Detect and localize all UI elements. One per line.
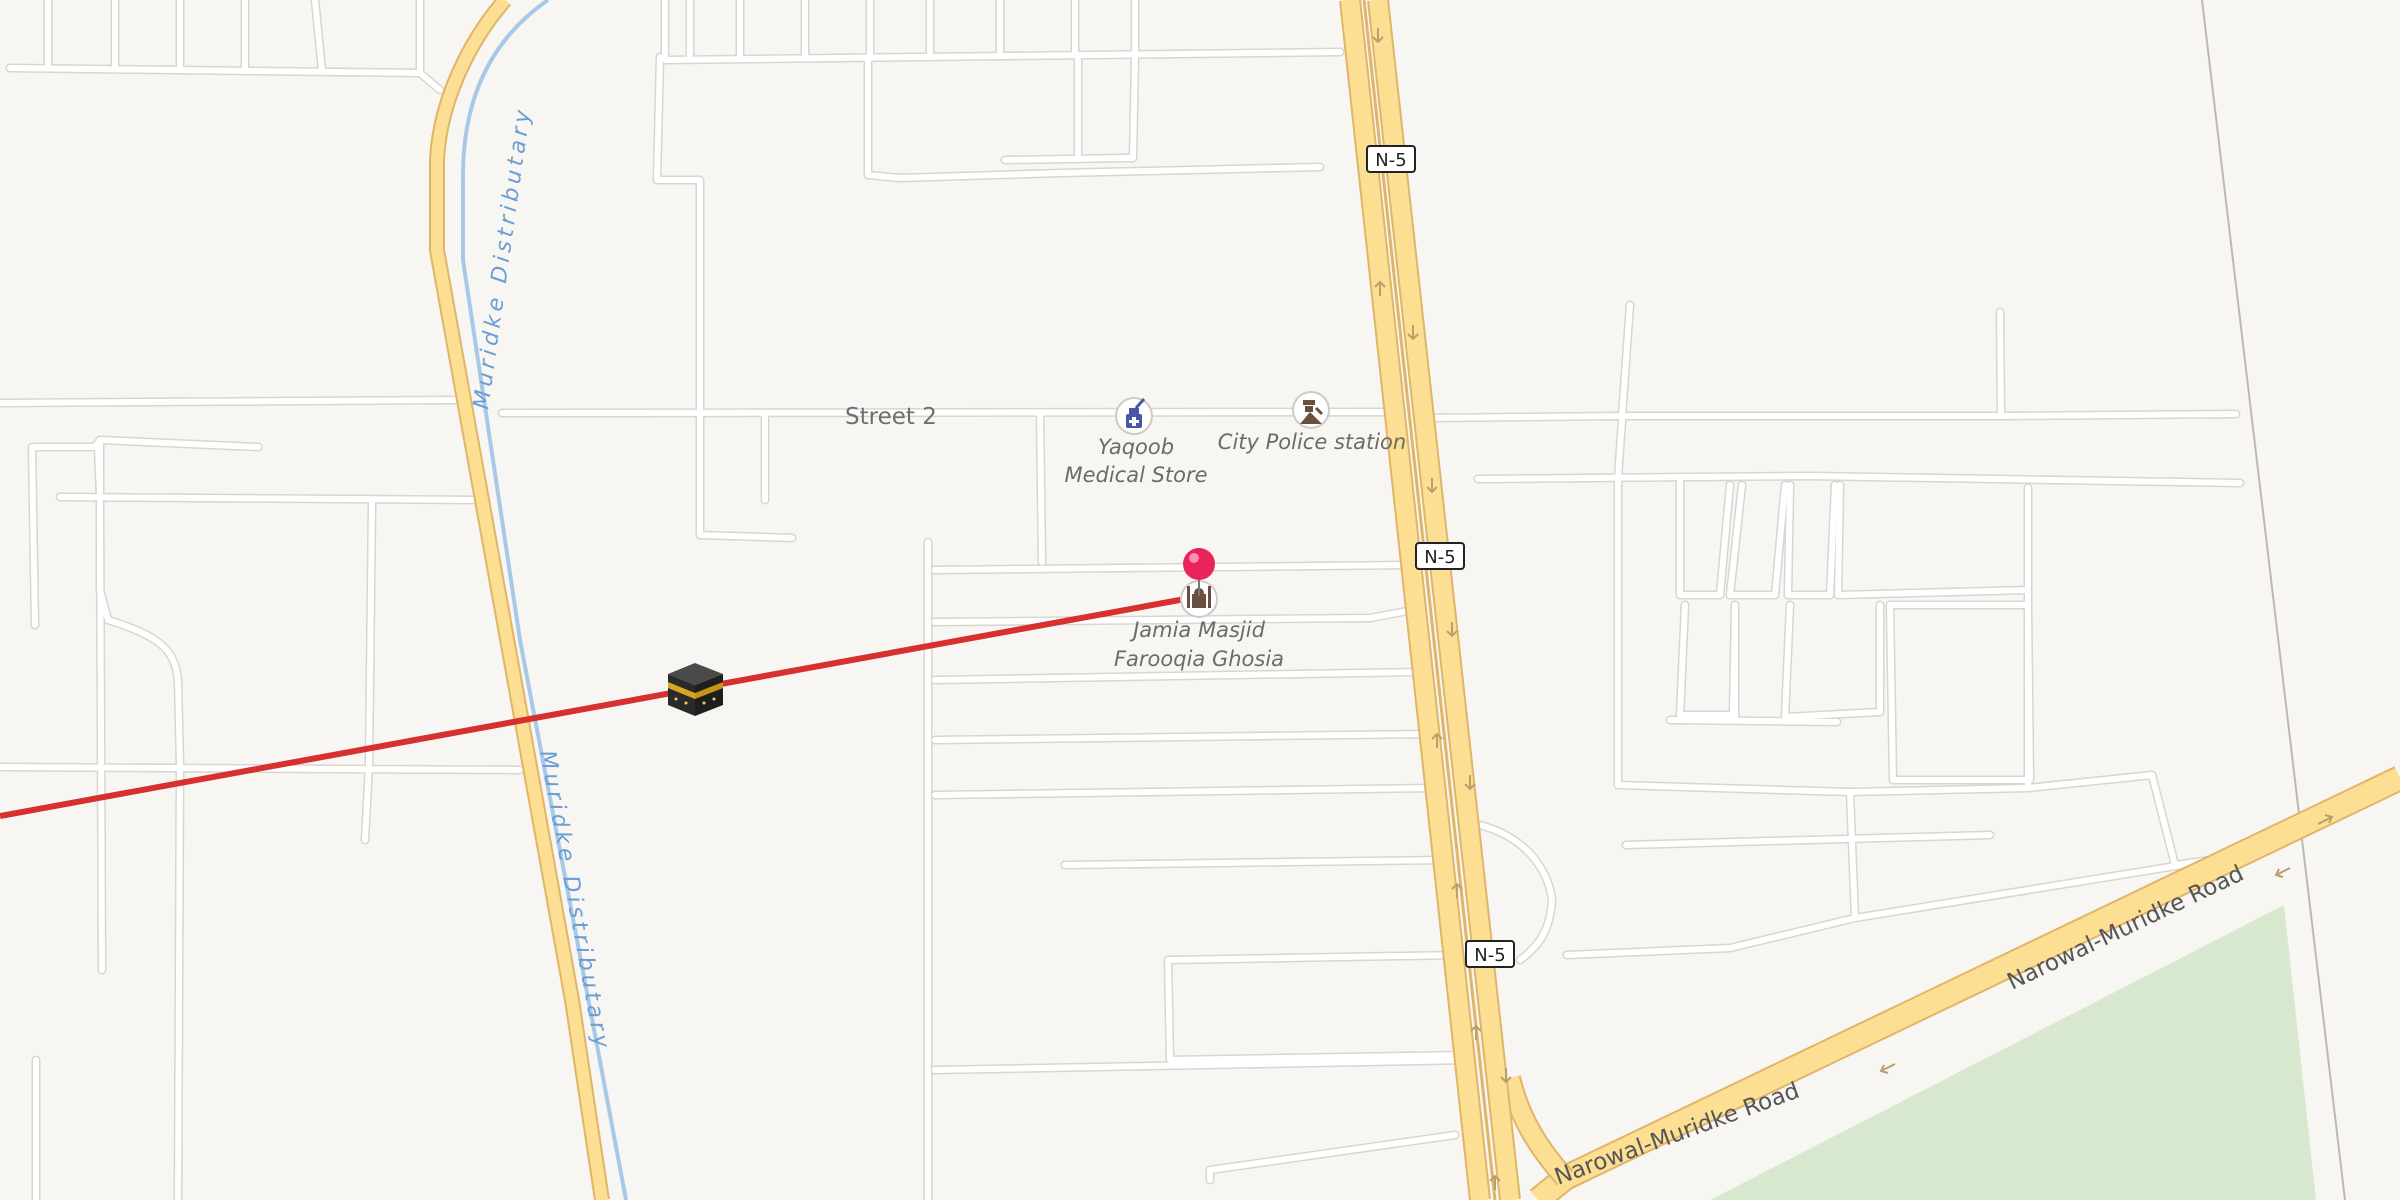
svg-text:N-5: N-5	[1375, 150, 1406, 171]
police-icon[interactable]	[1292, 391, 1330, 429]
street-segment	[57, 494, 481, 503]
street-segment	[97, 497, 105, 973]
svg-text:N-5: N-5	[1424, 547, 1455, 568]
police-label: City Police station	[1218, 430, 1406, 454]
street-segment	[0, 397, 461, 406]
svg-text:N-5: N-5	[1474, 945, 1505, 966]
pharmacy-label: Yaqoob	[1098, 435, 1174, 459]
street-segment	[1037, 410, 1045, 565]
street-segment	[1997, 309, 2004, 419]
pharmacy-label: Medical Store	[1064, 463, 1207, 487]
street-segment	[1002, 155, 1136, 163]
n5-shield: N-5	[1465, 940, 1515, 968]
mosque-label: Farooqia Ghosia	[1114, 647, 1284, 671]
pharmacy-icon[interactable]	[1115, 397, 1153, 435]
street-segment	[1427, 411, 2239, 421]
map-canvas[interactable]: Muridke Distributary Muridke Distributar…	[0, 0, 2400, 1200]
street-label: Street 2	[845, 404, 937, 430]
kaaba-icon[interactable]	[668, 663, 723, 716]
mosque-label: Jamia Masjid	[1129, 618, 1265, 642]
street-segment	[1667, 717, 1840, 725]
street-segment	[29, 444, 38, 628]
n5-shield: N-5	[1415, 542, 1465, 570]
n5-shield: N-5	[1366, 145, 1416, 173]
street-segment	[1130, 54, 1138, 161]
